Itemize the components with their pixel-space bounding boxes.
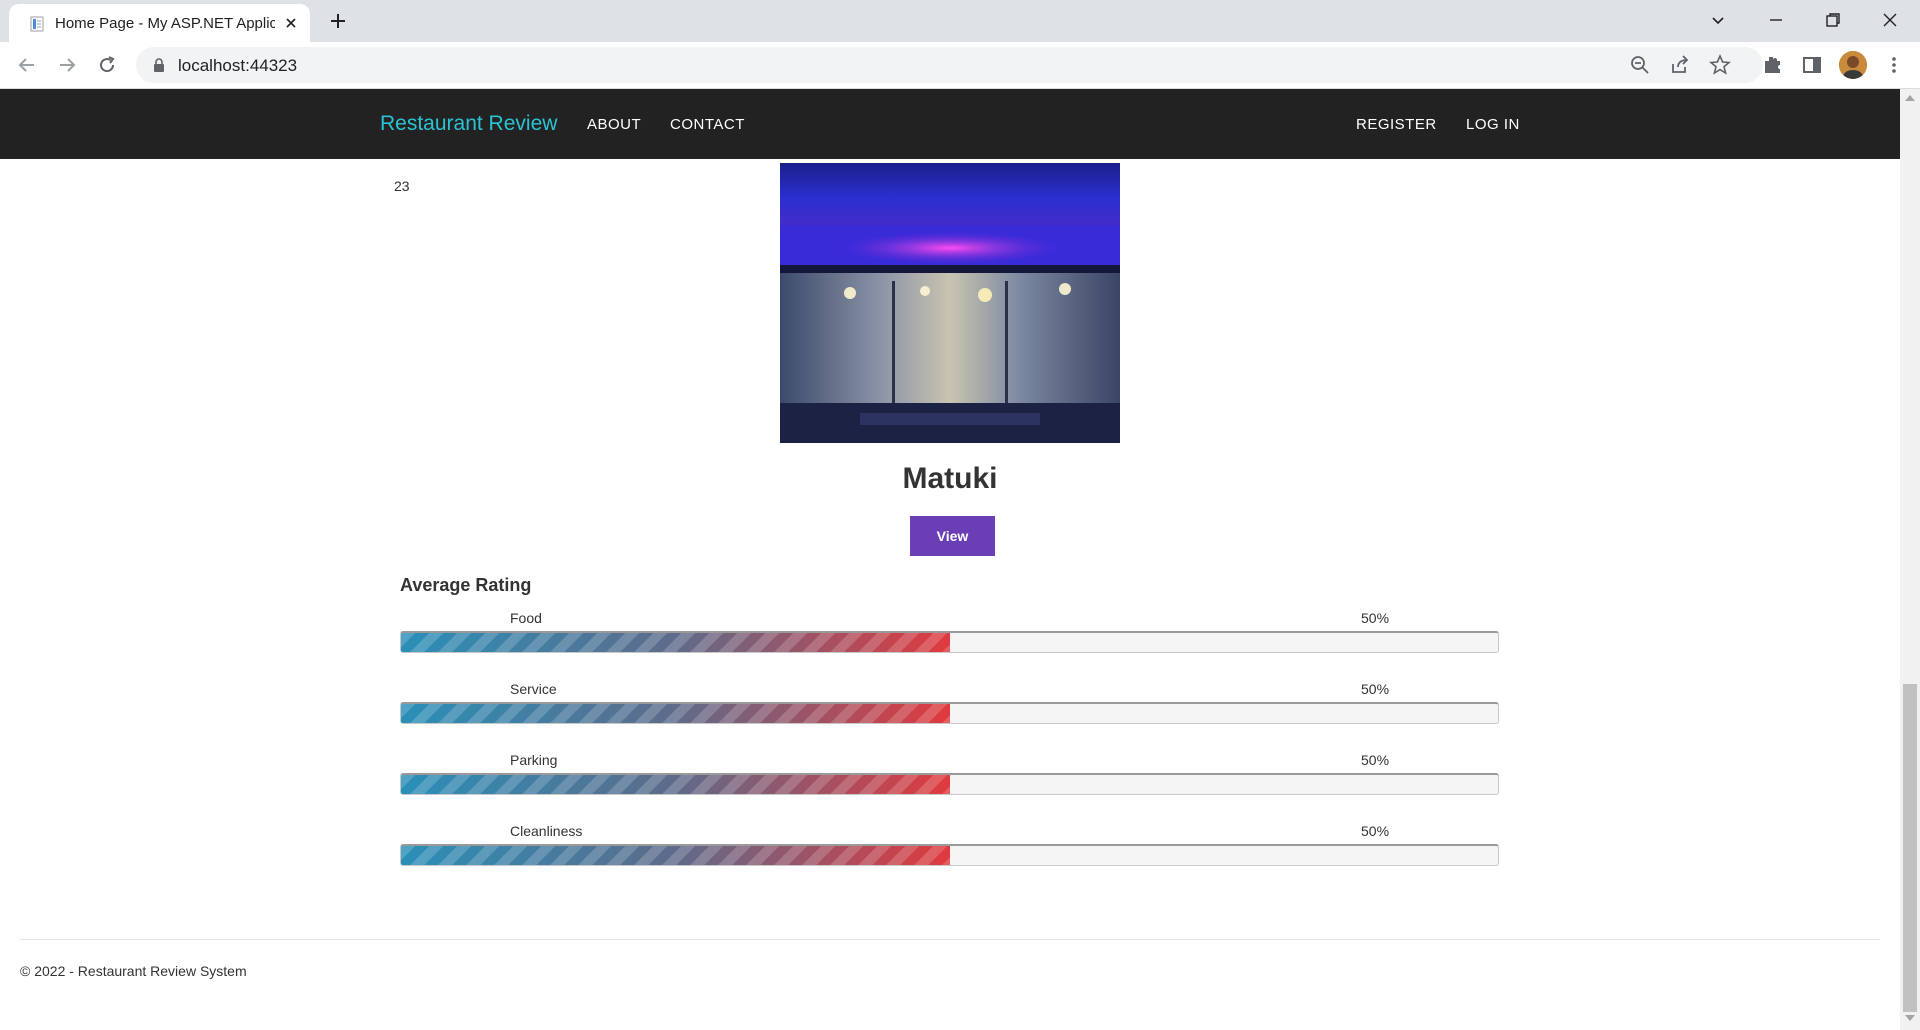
rating-row-service: Service 50% — [400, 681, 1499, 741]
restaurant-photo — [780, 163, 1120, 443]
extensions-icon[interactable] — [1760, 53, 1784, 77]
side-panel-icon[interactable] — [1800, 53, 1824, 77]
progress-bar — [400, 631, 1499, 653]
average-rating-title: Average Rating — [400, 575, 532, 595]
profile-avatar[interactable] — [1839, 51, 1867, 79]
progress-bar — [400, 773, 1499, 795]
rating-label: Food — [510, 610, 542, 626]
nav-contact[interactable]: CONTACT — [670, 116, 745, 133]
view-button[interactable]: View — [910, 516, 995, 556]
browser-tab[interactable]: Home Page - My ASP.NET Application — [9, 4, 310, 42]
window-close-icon[interactable] — [1878, 8, 1902, 32]
rating-row-food: Food 50% — [400, 610, 1499, 670]
progress-bar — [400, 702, 1499, 724]
browser-toolbar: localhost:44323 — [0, 42, 1920, 89]
footer-divider — [20, 939, 1880, 940]
progress-fill — [401, 704, 950, 723]
bookmark-star-icon[interactable] — [1708, 53, 1732, 77]
lock-icon[interactable] — [152, 57, 166, 73]
rating-percent: 50% — [1361, 823, 1390, 839]
share-icon[interactable] — [1668, 53, 1692, 77]
avatar-image — [1839, 51, 1867, 79]
tab-search-icon[interactable] — [1706, 8, 1730, 32]
page-icon — [30, 16, 44, 32]
rating-percent: 50% — [1361, 681, 1390, 697]
rating-label: Parking — [510, 752, 558, 768]
page-scrollbar[interactable] — [1900, 89, 1920, 1030]
progress-bar — [400, 844, 1499, 866]
rating-label: Cleanliness — [510, 823, 583, 839]
footer-copyright: © 2022 - Restaurant Review System — [20, 963, 247, 979]
progress-fill — [401, 775, 950, 794]
restaurant-name: Matuki — [902, 462, 998, 495]
url-text[interactable]: localhost:44323 — [178, 56, 297, 76]
back-icon[interactable] — [15, 53, 39, 77]
reload-icon[interactable] — [95, 53, 119, 77]
site-navbar: Restaurant Review ABOUT CONTACT REGISTER… — [0, 89, 1900, 159]
brand-link[interactable]: Restaurant Review — [380, 112, 557, 136]
scroll-thumb[interactable] — [1903, 684, 1917, 1012]
progress-fill — [401, 846, 950, 865]
tab-title: Home Page - My ASP.NET Application — [55, 15, 275, 32]
new-tab-icon[interactable] — [326, 9, 350, 33]
minimize-icon[interactable] — [1764, 8, 1788, 32]
rating-row-parking: Parking 50% — [400, 752, 1499, 812]
nav-about[interactable]: ABOUT — [587, 116, 641, 133]
restore-icon[interactable] — [1821, 8, 1845, 32]
close-icon[interactable] — [281, 13, 301, 33]
zoom-icon[interactable] — [1628, 53, 1652, 77]
nav-login[interactable]: LOG IN — [1466, 116, 1520, 133]
rating-percent: 50% — [1361, 610, 1390, 626]
scroll-up-icon[interactable] — [1905, 93, 1915, 101]
browser-tab-strip: Home Page - My ASP.NET Application — [0, 0, 1920, 42]
scroll-down-icon[interactable] — [1905, 1015, 1915, 1023]
page-viewport: Restaurant Review ABOUT CONTACT REGISTER… — [0, 89, 1920, 1030]
menu-dots-icon[interactable] — [1882, 53, 1906, 77]
forward-icon[interactable] — [55, 53, 79, 77]
rating-label: Service — [510, 681, 557, 697]
progress-fill — [401, 633, 950, 652]
restaurant-count: 23 — [394, 178, 410, 194]
rating-percent: 50% — [1361, 752, 1390, 768]
nav-register[interactable]: REGISTER — [1356, 116, 1437, 133]
address-bar[interactable]: localhost:44323 — [136, 47, 1763, 83]
rating-row-cleanliness: Cleanliness 50% — [400, 823, 1499, 883]
